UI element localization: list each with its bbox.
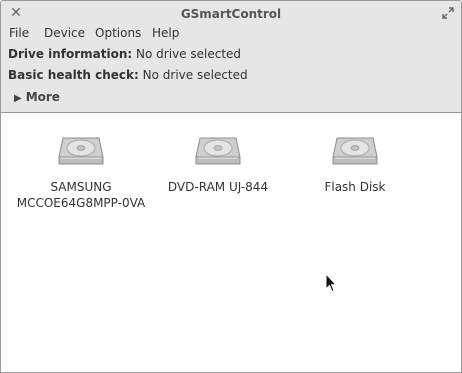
hard-drive-icon	[58, 137, 104, 165]
hard-drive-icon	[195, 137, 241, 165]
title-bar: ✕ GSmartControl	[1, 1, 461, 27]
drive-name: DVD-RAM UJ-844	[167, 180, 269, 194]
drive-information-row: Drive information: No drive selected	[8, 47, 241, 61]
basic-health-check-row: Basic health check: No drive selected	[8, 68, 248, 82]
basic-health-check-label: Basic health check:	[8, 68, 139, 82]
drive-item-flash-disk[interactable]: Flash Disk	[290, 135, 420, 195]
window-title: GSmartControl	[180, 7, 282, 21]
menu-help[interactable]: Help	[152, 26, 179, 40]
main-window: ✕ GSmartControl File Device Options Help…	[0, 0, 462, 373]
drive-item-dvd-ram[interactable]: DVD-RAM UJ-844	[153, 135, 283, 195]
menu-options[interactable]: Options	[95, 26, 141, 40]
hard-drive-icon	[332, 137, 378, 165]
drive-information-value: No drive selected	[136, 47, 242, 61]
drive-information-label: Drive information:	[8, 47, 133, 61]
mouse-pointer-icon	[325, 273, 337, 293]
menu-file[interactable]: File	[9, 26, 29, 40]
basic-health-check-value: No drive selected	[142, 68, 248, 82]
info-panel: Drive information: No drive selected Bas…	[1, 43, 461, 113]
more-label: More	[25, 90, 60, 104]
drive-list: SAMSUNG MCCOE64G8MPP-0VA DVD-RAM UJ-844	[1, 113, 461, 372]
triangle-right-icon: ▶	[14, 93, 22, 104]
maximize-icon[interactable]	[441, 6, 455, 20]
drive-name: Flash Disk	[324, 180, 386, 194]
drive-name: SAMSUNG MCCOE64G8MPP-0VA	[16, 180, 146, 210]
menu-device[interactable]: Device	[44, 26, 85, 40]
drive-item-samsung[interactable]: SAMSUNG MCCOE64G8MPP-0VA	[16, 135, 146, 211]
menu-bar: File Device Options Help	[1, 25, 461, 43]
more-expander[interactable]: ▶ More	[14, 90, 60, 104]
